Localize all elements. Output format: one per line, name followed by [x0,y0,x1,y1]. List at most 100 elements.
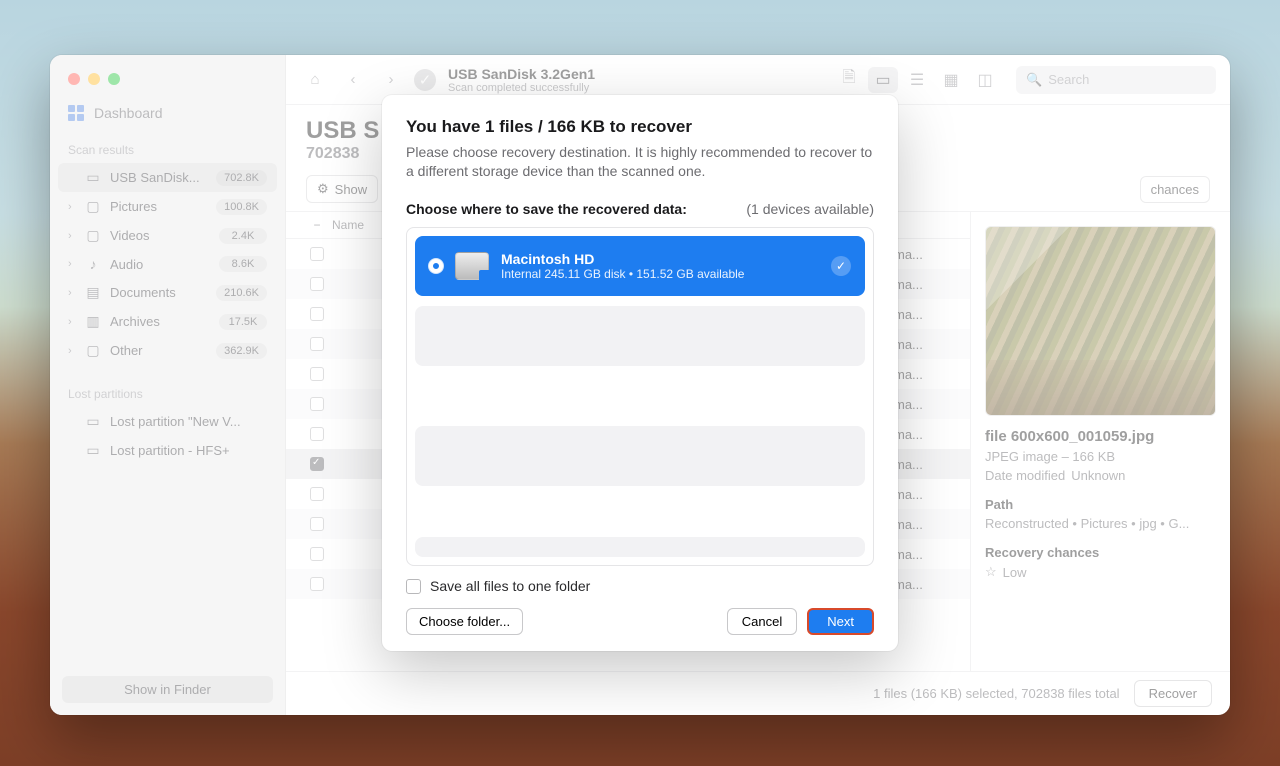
row-chance: ma... [894,337,954,352]
row-checkbox[interactable] [302,517,332,531]
choose-label: Choose where to save the recovered data: [406,201,687,217]
sidebar-item-lost-partition-2[interactable]: ▭ Lost partition - HFS+ [58,436,277,465]
row-chance: ma... [894,277,954,292]
view-group: 🗎 ▭ ☰ ▦ ◫ [834,67,1000,93]
device-name: Macintosh HD [501,251,744,267]
toolbar-subtitle: Scan completed successfully [448,82,595,94]
sidebar-item-count: 702.8K [216,170,267,186]
row-checkbox[interactable] [302,367,332,381]
row-checkbox[interactable] [302,247,332,261]
preview-date-value: Unknown [1071,468,1125,483]
preview-chances-label: Recovery chances [985,545,1216,560]
toolbar-title: USB SanDisk 3.2Gen1 [448,66,595,82]
section-scan-results: Scan results [50,135,285,163]
select-all-checkbox[interactable]: − [302,218,332,232]
preview-filename: file 600x600_001059.jpg [985,428,1216,445]
view-list-button[interactable]: ☰ [902,67,932,93]
footer: 1 files (166 KB) selected, 702838 files … [286,671,1230,715]
show-in-finder-button[interactable]: Show in Finder [62,676,273,703]
home-button[interactable]: ⌂ [300,66,330,94]
new-file-button[interactable]: 🗎 [834,67,864,93]
recover-button[interactable]: Recover [1134,680,1212,707]
row-chance: ma... [894,547,954,562]
view-columns-button[interactable]: ◫ [970,67,1000,93]
device-detail: Internal 245.11 GB disk • 151.52 GB avai… [501,267,744,281]
chevron-icon: › [68,345,76,357]
preview-path-value: Reconstructed • Pictures • jpg • G... [985,516,1216,531]
sidebar-item-other[interactable]: › ▢ Other 362.9K [58,336,277,365]
sidebar-item-videos[interactable]: › ▢ Videos 2.4K [58,221,277,250]
view-grid-button[interactable]: ▦ [936,67,966,93]
sidebar-item-documents[interactable]: › ▤ Documents 210.6K [58,278,277,307]
minimize-window-button[interactable] [88,73,100,85]
sidebar-item-label: Archives [110,314,211,329]
preview-chances-value: Low [1003,565,1027,580]
sidebar-item-count: 8.6K [219,256,267,272]
title-block: USB SanDisk 3.2Gen1 Scan completed succe… [448,66,595,94]
cancel-button[interactable]: Cancel [727,608,797,635]
search-input[interactable]: 🔍 Search [1016,66,1216,94]
row-checkbox[interactable] [302,427,332,441]
selection-status: 1 files (166 KB) selected, 702838 files … [873,686,1119,701]
archives-icon: ▥ [84,313,102,330]
row-checkbox[interactable] [302,577,332,591]
sidebar-item-label: USB SanDisk... [110,170,208,185]
scan-status-icon: ✓ [414,69,436,91]
drive-icon: ▭ [84,442,102,459]
sidebar-item-count: 100.8K [216,199,267,215]
sidebar-item-lost-partition-1[interactable]: ▭ Lost partition "New V... [58,407,277,436]
sidebar-item-usb-sandisk[interactable]: ▭ USB SanDisk... 702.8K [58,163,277,192]
documents-icon: ▤ [84,284,102,301]
dashboard-label: Dashboard [94,105,163,121]
page-subtitle: 702838 [306,145,379,163]
row-checkbox[interactable] [302,547,332,561]
search-placeholder: Search [1048,72,1089,87]
row-chance: ma... [894,397,954,412]
save-all-checkbox[interactable]: Save all files to one folder [406,578,874,594]
row-checkbox[interactable] [302,487,332,501]
other-icon: ▢ [84,342,102,359]
sidebar-item-label: Lost partition - HFS+ [110,443,267,458]
preview-kind: JPEG image – 166 KB [985,449,1115,464]
sidebar-item-label: Other [110,343,208,358]
dashboard-icon [68,105,84,121]
row-checkbox[interactable] [302,307,332,321]
page-title: USB S [306,117,379,145]
row-chance: ma... [894,457,954,472]
row-chance: ma... [894,307,954,322]
sidebar-item-archives[interactable]: › ▥ Archives 17.5K [58,307,277,336]
app-window: Dashboard Scan results ▭ USB SanDisk... … [50,55,1230,715]
back-button[interactable]: ‹ [338,66,368,94]
view-folder-button[interactable]: ▭ [868,67,898,93]
show-filter[interactable]: ⚙Show [306,175,378,203]
recovery-chances-filter[interactable]: chances [1140,176,1210,203]
close-window-button[interactable] [68,73,80,85]
sidebar-item-count: 2.4K [219,228,267,244]
sidebar-item-label: Pictures [110,199,208,214]
drive-icon: ▭ [84,413,102,430]
row-checkbox[interactable] [302,457,332,471]
radio-icon [429,259,443,273]
chevron-icon: › [68,316,76,328]
checkbox-icon [406,579,421,594]
sidebar-item-audio[interactable]: › ♪ Audio 8.6K [58,250,277,278]
choose-folder-button[interactable]: Choose folder... [406,608,523,635]
row-chance: ma... [894,487,954,502]
next-button[interactable]: Next [807,608,874,635]
row-checkbox[interactable] [302,337,332,351]
device-macintosh-hd[interactable]: Macintosh HD Internal 245.11 GB disk • 1… [415,236,865,296]
window-controls [50,55,285,97]
forward-button[interactable]: › [376,66,406,94]
dashboard-link[interactable]: Dashboard [50,97,285,135]
star-icon: ☆ [985,564,997,580]
sidebar-item-pictures[interactable]: › ▢ Pictures 100.8K [58,192,277,221]
row-checkbox[interactable] [302,277,332,291]
search-icon: 🔍 [1026,72,1042,88]
sidebar: Dashboard Scan results ▭ USB SanDisk... … [50,55,286,715]
modal-description: Please choose recovery destination. It i… [406,143,874,181]
zoom-window-button[interactable] [108,73,120,85]
row-checkbox[interactable] [302,397,332,411]
chevron-icon: › [68,258,76,270]
row-chance: ma... [894,427,954,442]
recovery-destination-modal: You have 1 files / 166 KB to recover Ple… [382,95,898,651]
